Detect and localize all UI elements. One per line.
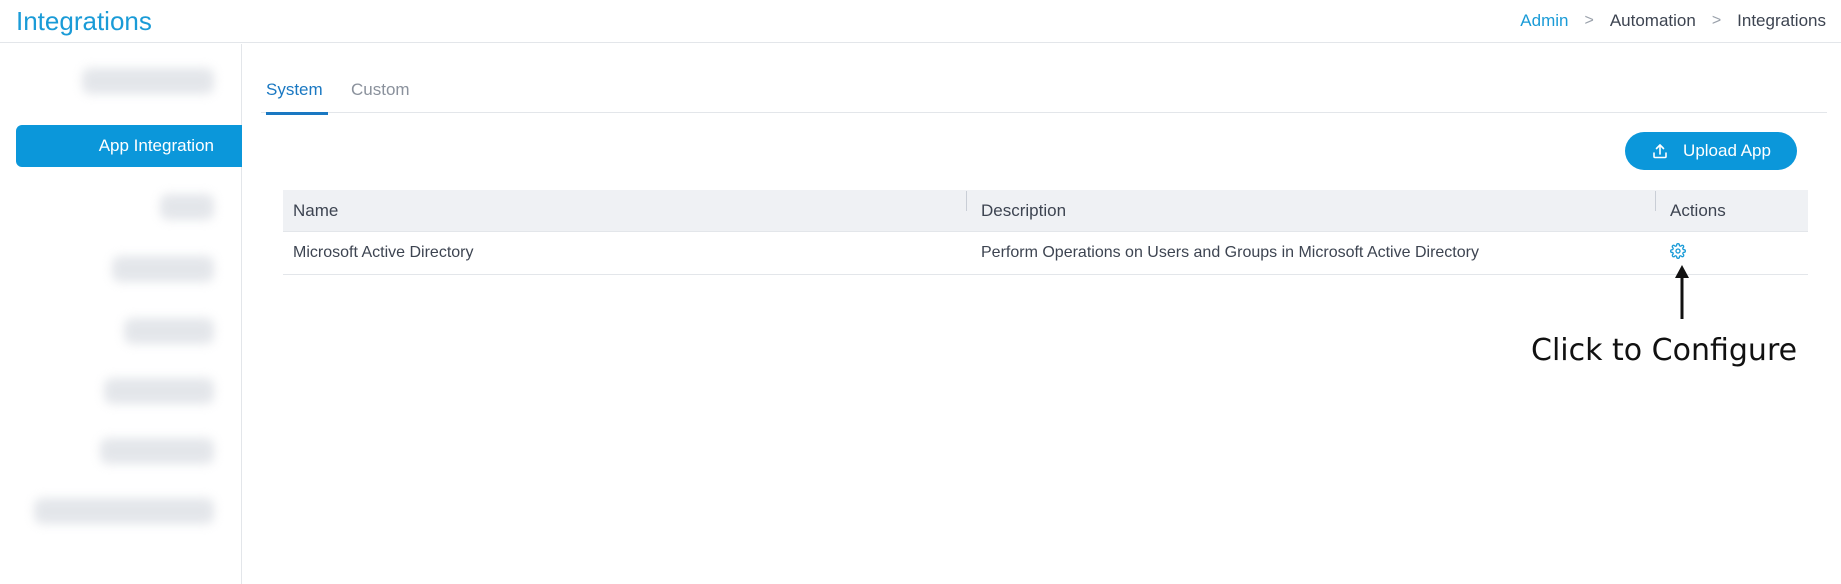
table-header: Name Description Actions bbox=[283, 190, 1808, 232]
integrations-table: Name Description Actions Microsoft Activ… bbox=[283, 190, 1808, 275]
chevron-right-icon: > bbox=[1711, 12, 1722, 29]
sidebar: App Integration bbox=[0, 44, 242, 584]
gear-icon[interactable] bbox=[1670, 242, 1686, 259]
breadcrumb-automation[interactable]: Automation bbox=[1610, 11, 1696, 31]
upload-icon bbox=[1651, 142, 1669, 160]
cell-actions bbox=[1655, 242, 1808, 264]
cell-description: Perform Operations on Users and Groups i… bbox=[981, 244, 1479, 261]
tab-system[interactable]: System bbox=[266, 80, 328, 115]
sidebar-item-blurred[interactable] bbox=[104, 378, 214, 404]
sidebar-item-blurred[interactable] bbox=[160, 194, 214, 220]
sidebar-item-blurred[interactable] bbox=[124, 318, 214, 344]
breadcrumb-integrations: Integrations bbox=[1737, 11, 1826, 30]
upload-app-button[interactable]: Upload App bbox=[1625, 132, 1797, 170]
sidebar-item-app-integration[interactable]: App Integration bbox=[16, 125, 242, 167]
column-header-name[interactable]: Name bbox=[283, 201, 966, 221]
sidebar-item-blurred[interactable] bbox=[82, 68, 214, 94]
arrow-up-icon bbox=[1672, 265, 1692, 326]
page-title: Integrations bbox=[16, 6, 152, 36]
column-header-actions: Actions bbox=[1655, 190, 1808, 221]
column-header-description[interactable]: Description bbox=[966, 190, 1655, 221]
sidebar-item-blurred[interactable] bbox=[100, 438, 214, 464]
breadcrumb: Admin > Automation > Integrations bbox=[1520, 11, 1826, 31]
tab-custom[interactable]: Custom bbox=[351, 80, 410, 112]
annotation-label: Click to Configure bbox=[1531, 333, 1798, 368]
tab-bar: System Custom bbox=[261, 62, 1827, 115]
breadcrumb-admin[interactable]: Admin bbox=[1520, 11, 1568, 31]
table-row: Microsoft Active Directory Perform Opera… bbox=[283, 232, 1808, 275]
sidebar-item-blurred[interactable] bbox=[112, 256, 214, 282]
page-header: Integrations Admin > Automation > Integr… bbox=[0, 0, 1841, 43]
chevron-right-icon: > bbox=[1584, 12, 1594, 29]
sidebar-item-blurred[interactable] bbox=[34, 498, 214, 524]
upload-app-label: Upload App bbox=[1683, 141, 1771, 160]
cell-name: Microsoft Active Directory bbox=[293, 244, 474, 261]
